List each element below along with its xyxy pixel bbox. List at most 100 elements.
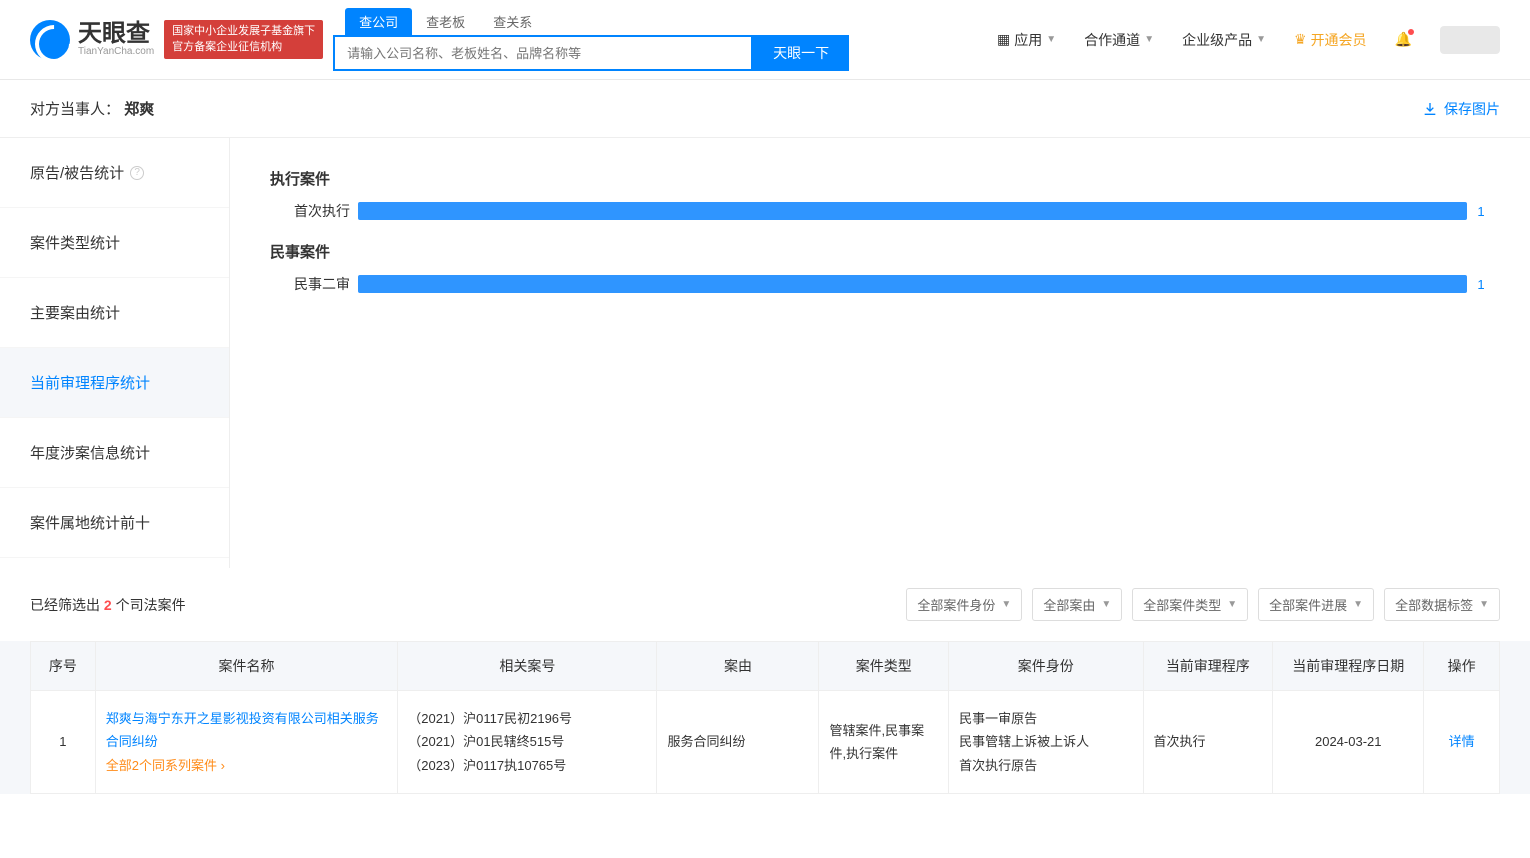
avatar[interactable]: [1440, 26, 1500, 54]
nav-apps[interactable]: ▦ 应用 ▼: [997, 30, 1056, 50]
chevron-down-icon: ▼: [1256, 34, 1266, 45]
party-name: 郑爽: [124, 101, 154, 118]
filter-count: 2: [104, 597, 112, 613]
party-label: 对方当事人： 郑爽: [30, 98, 154, 119]
sidebar-item-region[interactable]: 案件属地统计前十: [0, 488, 229, 558]
search-tab-company[interactable]: 查公司: [345, 8, 412, 35]
download-icon: [1422, 101, 1438, 117]
notification-bell[interactable]: 🔔: [1395, 31, 1412, 48]
chart-bar-label: 首次执行: [270, 201, 350, 221]
chevron-down-icon: ▼: [1353, 599, 1363, 610]
help-icon[interactable]: ?: [130, 166, 144, 180]
party-label-text: 对方当事人：: [30, 101, 120, 118]
filter-suffix: 个司法案件: [112, 597, 186, 613]
select-label: 全部数据标签: [1395, 595, 1473, 614]
logo-icon: [30, 20, 70, 60]
th-caseno: 相关案号: [398, 642, 657, 691]
case-name-link[interactable]: 郑爽与海宁东开之星影视投资有限公司相关服务合同纠纷: [106, 711, 379, 749]
chart-group-civil: 民事案件 民事二审 1: [270, 241, 1490, 294]
sidebar-item-yearly[interactable]: 年度涉案信息统计: [0, 418, 229, 488]
chart-bar-value: 1: [1477, 204, 1484, 219]
cell-date: 2024-03-21: [1273, 691, 1424, 794]
nav-coop-label: 合作通道: [1084, 30, 1140, 50]
nav-vip-label: 开通会员: [1311, 30, 1367, 50]
related-cases-text: 全部2个同系列案件: [106, 758, 217, 773]
filter-row: 已经筛选出 2 个司法案件 全部案件身份▼ 全部案由▼ 全部案件类型▼ 全部案件…: [0, 568, 1530, 641]
select-label: 全部案件进展: [1269, 595, 1347, 614]
header-right: ▦ 应用 ▼ 合作通道 ▼ 企业级产品 ▼ ♛ 开通会员 🔔: [997, 26, 1500, 54]
th-reason: 案由: [657, 642, 819, 691]
chevron-down-icon: ▼: [1001, 599, 1011, 610]
search-tabs: 查公司 查老板 查关系: [345, 8, 849, 35]
sidebar: 原告/被告统计 ? 案件类型统计 主要案由统计 当前审理程序统计 年度涉案信息统…: [0, 138, 230, 568]
filter-reason[interactable]: 全部案由▼: [1032, 588, 1122, 621]
cases-table: 序号 案件名称 相关案号 案由 案件类型 案件身份 当前审理程序 当前审理程序日…: [30, 641, 1500, 794]
cell-idx: 1: [31, 691, 96, 794]
table-row: 1 郑爽与海宁东开之星影视投资有限公司相关服务合同纠纷 全部2个同系列案件 › …: [31, 691, 1500, 794]
filter-identity[interactable]: 全部案件身份 ▼: [906, 588, 1022, 621]
sidebar-item-label: 当前审理程序统计: [30, 372, 150, 393]
caseno-line: （2023）沪0117执10765号: [408, 754, 646, 777]
chevron-down-icon: ▼: [1479, 599, 1489, 610]
chart-bar[interactable]: [358, 202, 1467, 220]
chevron-down-icon: ▼: [1046, 34, 1056, 45]
cell-procedure: 首次执行: [1143, 691, 1273, 794]
cell-type: 管辖案件,民事案件,执行案件: [819, 691, 949, 794]
content: 对方当事人： 郑爽 保存图片 原告/被告统计 ? 案件类型统计 主要案由统计 当…: [0, 80, 1530, 794]
chevron-down-icon: ▼: [1227, 599, 1237, 610]
arrow-right-icon: ›: [221, 758, 225, 773]
filter-tags[interactable]: 全部数据标签 ▼: [1384, 588, 1500, 621]
th-date: 当前审理程序日期: [1273, 642, 1424, 691]
logo-badge: 国家中小企业发展子基金旗下 官方备案企业征信机构: [164, 20, 323, 59]
filter-progress[interactable]: 全部案件进展 ▼: [1258, 588, 1374, 621]
chart-group-execution: 执行案件 首次执行 1: [270, 168, 1490, 221]
chart-bar[interactable]: [358, 275, 1467, 293]
search-tab-boss[interactable]: 查老板: [412, 8, 479, 35]
th-name: 案件名称: [95, 642, 397, 691]
logo-main-text: 天眼查: [78, 22, 154, 46]
sidebar-item-casetype[interactable]: 案件类型统计: [0, 208, 229, 278]
main-area: 原告/被告统计 ? 案件类型统计 主要案由统计 当前审理程序统计 年度涉案信息统…: [0, 138, 1530, 568]
table-header-row: 序号 案件名称 相关案号 案由 案件类型 案件身份 当前审理程序 当前审理程序日…: [31, 642, 1500, 691]
chart-title: 执行案件: [270, 168, 1490, 189]
search-button[interactable]: 天眼一下: [753, 35, 849, 71]
save-image-button[interactable]: 保存图片: [1422, 99, 1500, 119]
th-idx: 序号: [31, 642, 96, 691]
sidebar-item-plaintiff[interactable]: 原告/被告统计 ?: [0, 138, 229, 208]
bell-icon: 🔔: [1395, 31, 1412, 48]
filter-type[interactable]: 全部案件类型 ▼: [1132, 588, 1248, 621]
badge-line1: 国家中小企业发展子基金旗下: [172, 24, 315, 39]
nav-enterprise-label: 企业级产品: [1182, 30, 1252, 50]
select-label: 全部案由: [1043, 595, 1095, 614]
sidebar-item-reason[interactable]: 主要案由统计: [0, 278, 229, 348]
cell-identity: 民事一审原告 民事管辖上诉被上诉人 首次执行原告: [949, 691, 1143, 794]
filter-selects: 全部案件身份 ▼ 全部案由▼ 全部案件类型 ▼ 全部案件进展 ▼ 全部数据标签 ▼: [906, 588, 1500, 621]
logo[interactable]: 天眼查 TianYanCha.com: [30, 20, 154, 60]
sidebar-item-label: 主要案由统计: [30, 302, 120, 323]
related-cases-link[interactable]: 全部2个同系列案件 ›: [106, 758, 225, 773]
th-type: 案件类型: [819, 642, 949, 691]
identity-line: 民事管辖上诉被上诉人: [959, 730, 1132, 753]
search-area: 查公司 查老板 查关系 天眼一下: [333, 8, 849, 71]
sidebar-item-label: 案件类型统计: [30, 232, 120, 253]
chart-bar-value: 1: [1477, 277, 1484, 292]
search-tab-relation[interactable]: 查关系: [479, 8, 546, 35]
cell-caseno: （2021）沪0117民初2196号 （2021）沪01民辖终515号 （202…: [398, 691, 657, 794]
badge-line2: 官方备案企业征信机构: [172, 40, 315, 55]
sidebar-item-label: 年度涉案信息统计: [30, 442, 150, 463]
select-label: 全部案件身份: [917, 595, 995, 614]
sidebar-item-label: 案件属地统计前十: [30, 512, 150, 533]
nav-vip[interactable]: ♛ 开通会员: [1294, 30, 1367, 50]
select-label: 全部案件类型: [1143, 595, 1221, 614]
search-input[interactable]: [333, 35, 753, 71]
detail-link[interactable]: 详情: [1449, 734, 1475, 749]
sidebar-item-procedure[interactable]: 当前审理程序统计: [0, 348, 229, 418]
save-label: 保存图片: [1444, 99, 1500, 119]
nav-enterprise[interactable]: 企业级产品 ▼: [1182, 30, 1266, 50]
identity-line: 民事一审原告: [959, 707, 1132, 730]
th-procedure: 当前审理程序: [1143, 642, 1273, 691]
th-identity: 案件身份: [949, 642, 1143, 691]
sidebar-item-label: 原告/被告统计: [30, 162, 124, 183]
th-action: 操作: [1424, 642, 1500, 691]
nav-cooperation[interactable]: 合作通道 ▼: [1084, 30, 1154, 50]
